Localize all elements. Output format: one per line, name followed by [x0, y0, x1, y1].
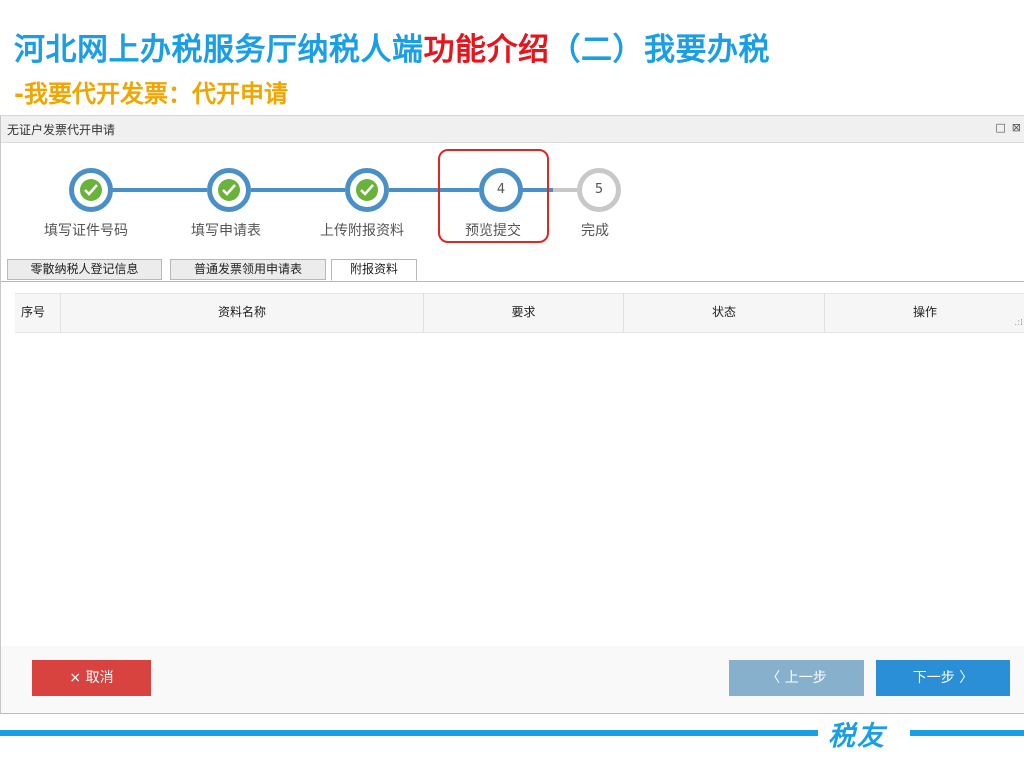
window-controls: □ ⊠ [989, 121, 1021, 134]
window-footer: × 取消 〈 上一步 下一步 〉 [1, 646, 1024, 713]
step-2-label: 填写申请表 [191, 223, 261, 239]
resize-grip-icon[interactable]: .:⁞ [1014, 318, 1023, 328]
slide-title-part-2: （二）我要办税 [549, 32, 770, 68]
check-icon [356, 179, 378, 201]
tab-bar: 零散纳税人登记信息 普通发票领用申请表 附报资料 [1, 256, 1024, 282]
slide-title-highlight: 功能介绍 [423, 32, 550, 68]
tab-invoice-application[interactable]: 普通发票领用申请表 [170, 259, 326, 280]
slide-title: 河北网上办税服务厅纳税人端功能介绍（二）我要办税 [14, 24, 770, 69]
tab-attachments[interactable]: 附报资料 [331, 259, 417, 281]
check-icon [80, 179, 102, 201]
step-5-circle: 5 [577, 168, 621, 212]
column-header-index[interactable]: 序号 [15, 294, 61, 332]
step-2-circle [207, 168, 251, 212]
window-title: 无证户发票代开申请 [7, 123, 116, 137]
column-header-requirement[interactable]: 要求 [424, 294, 624, 332]
previous-step-button[interactable]: 〈 上一步 [729, 660, 864, 696]
attachments-table-header: 序号 资料名称 要求 状态 操作 .:⁞ [15, 293, 1024, 333]
check-icon [218, 179, 240, 201]
step-1-circle [69, 168, 113, 212]
step-3-circle [345, 168, 389, 212]
column-header-status[interactable]: 状态 [624, 294, 825, 332]
cancel-button[interactable]: × 取消 [32, 660, 151, 696]
maximize-icon[interactable]: □ [995, 121, 1005, 134]
brand-bar-right [910, 730, 1024, 736]
brand-bar-left [0, 730, 818, 736]
slide-title-part-1: 河北网上办税服务厅纳税人端 [14, 32, 424, 68]
window-titlebar: 无证户发票代开申请 □ ⊠ [1, 116, 1024, 143]
close-icon[interactable]: ⊠ [1012, 121, 1021, 134]
slide-subtitle: -我要代开发票：代开申请 [14, 80, 288, 108]
brand-logo: 税友 [828, 721, 886, 752]
application-window: 无证户发票代开申请 □ ⊠ 4 5 填写证件号码 填写申请表 上传附报资料 预览… [0, 115, 1024, 714]
tab-taxpayer-registration[interactable]: 零散纳税人登记信息 [7, 259, 162, 280]
step-5-label: 完成 [581, 223, 609, 239]
step-connector [553, 188, 577, 192]
column-header-name[interactable]: 资料名称 [61, 294, 424, 332]
column-header-action[interactable]: 操作 [825, 294, 1024, 332]
step-connector [111, 188, 207, 192]
step-5-number: 5 [594, 182, 604, 197]
step-connector [251, 188, 345, 192]
current-step-highlight [438, 149, 549, 243]
next-step-button[interactable]: 下一步 〉 [876, 660, 1010, 696]
progress-steps: 4 5 填写证件号码 填写申请表 上传附报资料 预览提交 完成 [1, 142, 1024, 252]
step-1-label: 填写证件号码 [44, 223, 128, 239]
step-3-label: 上传附报资料 [320, 223, 404, 239]
